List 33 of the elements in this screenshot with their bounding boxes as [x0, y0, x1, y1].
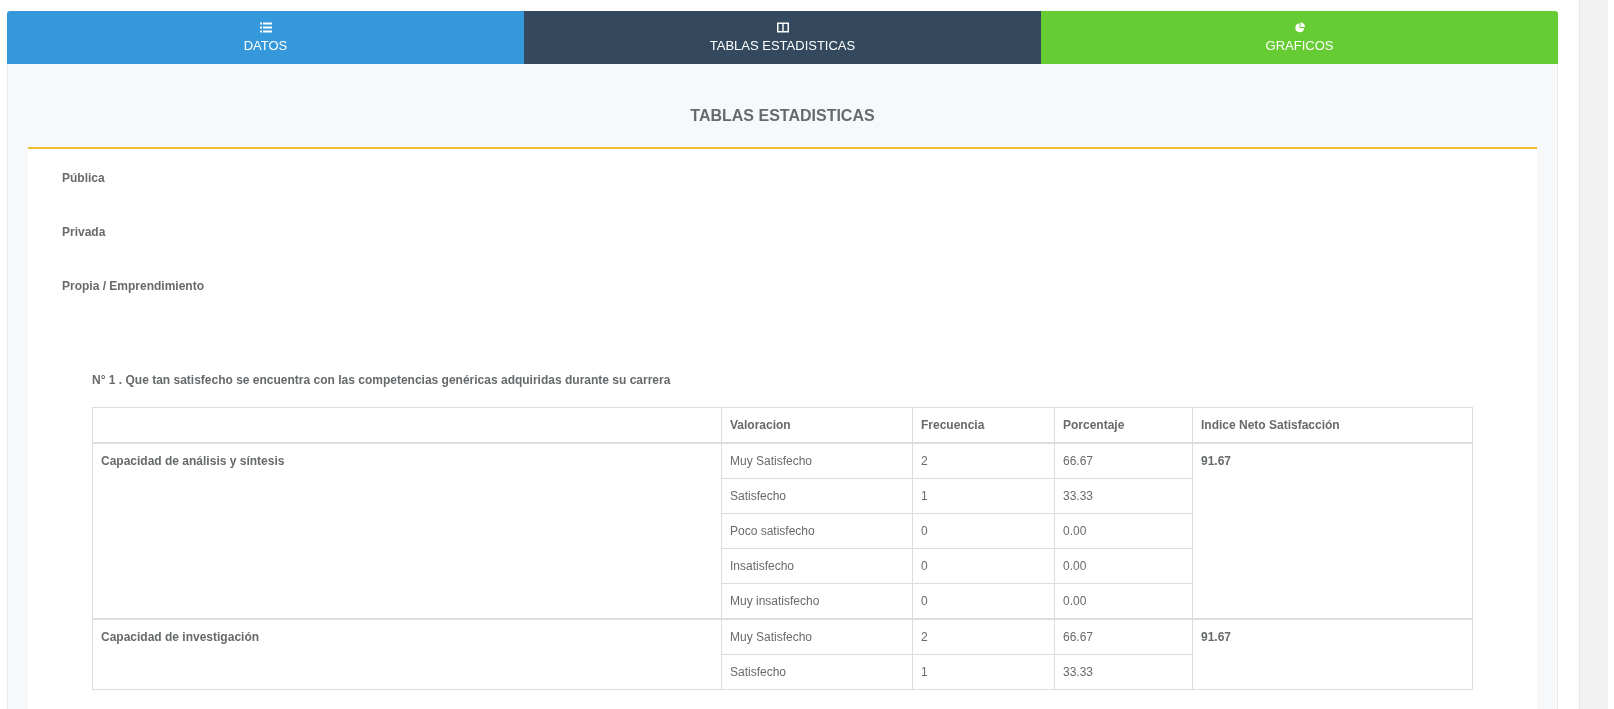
table-cell: 2 — [912, 443, 1055, 479]
table-cell: Capacidad de análisis y síntesis — [92, 443, 722, 619]
pie-chart-icon — [1293, 22, 1306, 33]
table-cell: 1 — [912, 478, 1055, 514]
table-cell: Muy Satisfecho — [721, 443, 913, 479]
nav-tab[interactable]: TABLAS ESTADISTICAS — [524, 11, 1041, 64]
table-cell: 91.67 — [1192, 619, 1473, 690]
table-cell: Muy Satisfecho — [721, 619, 913, 655]
nav-tab[interactable]: DATOS — [7, 11, 524, 64]
scrollbar-track[interactable] — [1579, 0, 1608, 709]
table-cell: 0 — [912, 513, 1055, 549]
list-icon — [259, 22, 272, 33]
table-cell: 2 — [912, 619, 1055, 655]
table-cell: Satisfecho — [721, 478, 913, 514]
table-header-cell: Porcentaje — [1054, 407, 1193, 443]
table-cell: Satisfecho — [721, 654, 913, 690]
table-header-cell: Frecuencia — [912, 407, 1055, 443]
table-header-cell: Valoracion — [721, 407, 913, 443]
nav-tab[interactable]: GRAFICOS — [1041, 11, 1558, 64]
columns-icon — [776, 22, 789, 33]
question-text: N° 1 . Que tan satisfecho se encuentra con las competencias genéricas adquiridas durante su carrera — [91, 373, 672, 389]
table-cell: 0 — [912, 548, 1055, 584]
table-cell: 66.67 — [1054, 443, 1193, 479]
sector-label: Privada — [62, 225, 107, 241]
table-cell: 1 — [912, 654, 1055, 690]
table-header-cell: Indice Neto Satisfacción — [1192, 407, 1473, 443]
sector-label: Propia / Emprendimiento — [62, 279, 206, 295]
table-cell: 91.67 — [1192, 443, 1473, 619]
table-cell: Insatisfecho — [721, 548, 913, 584]
table-cell: 66.67 — [1054, 619, 1193, 655]
sector-label: Pública — [62, 171, 106, 187]
table-cell: Capacidad de investigación — [92, 619, 722, 690]
table-cell: Poco satisfecho — [721, 513, 913, 549]
